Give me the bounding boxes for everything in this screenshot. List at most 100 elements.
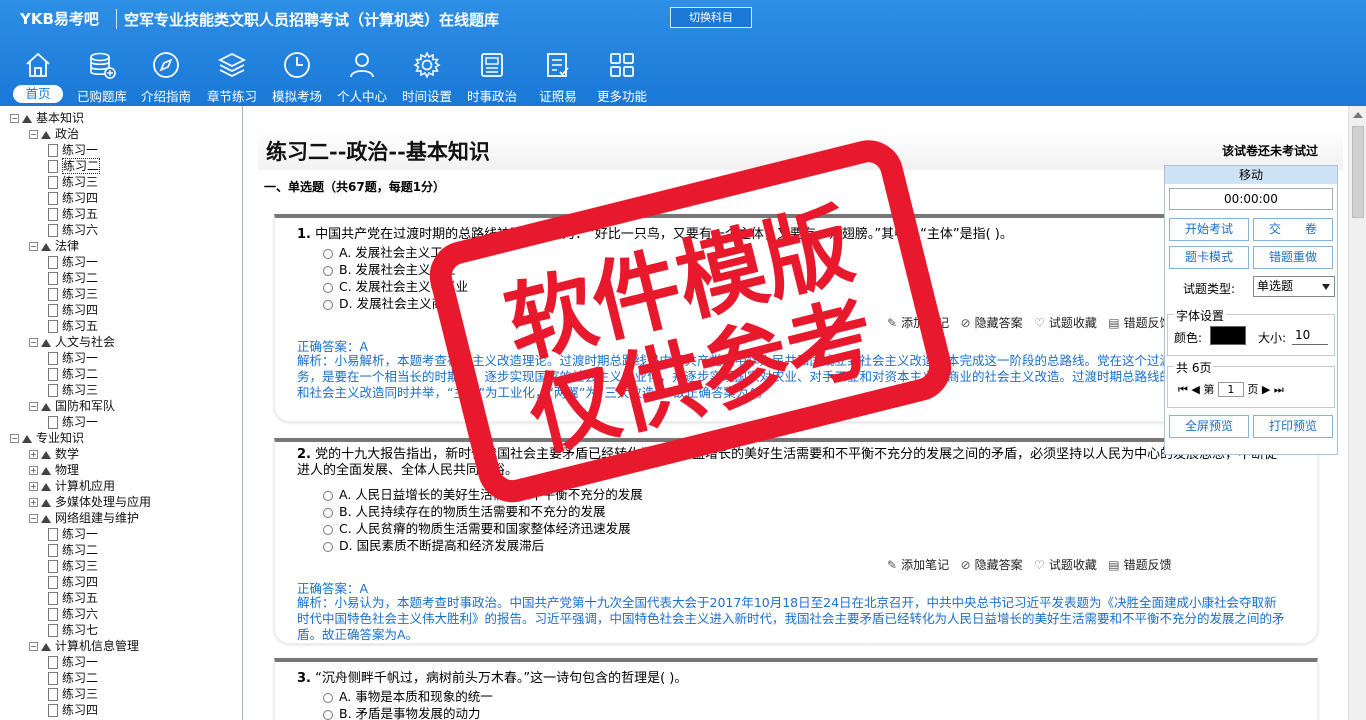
- tree-item-exercise[interactable]: 练习六: [48, 606, 98, 622]
- tree-item-exercise[interactable]: 练习三: [48, 174, 98, 190]
- nav-guide[interactable]: 介绍指南: [134, 46, 198, 106]
- radio-button[interactable]: [323, 524, 333, 535]
- nav-certificate[interactable]: 证照易: [526, 46, 590, 106]
- tree-item-exercise[interactable]: 练习一: [48, 414, 98, 430]
- radio-button[interactable]: [323, 299, 333, 310]
- nav-current-affairs[interactable]: 时事政治: [460, 46, 524, 106]
- font-color-swatch[interactable]: [1210, 326, 1246, 345]
- collapse-icon[interactable]: −: [29, 242, 38, 251]
- last-page-icon[interactable]: ⏭: [1274, 383, 1284, 396]
- tree-item-folder[interactable]: + 计算机应用: [29, 478, 115, 494]
- tree-item-exercise[interactable]: 练习一: [48, 350, 98, 366]
- tree-item-exercise[interactable]: 练习四: [48, 702, 98, 718]
- option-d[interactable]: D. 发展社会主义商业: [323, 293, 457, 312]
- first-page-icon[interactable]: ⏮: [1178, 383, 1188, 396]
- option-b[interactable]: B. 矛盾是事物发展的动力: [323, 703, 481, 720]
- tree-item-exercise[interactable]: 练习一: [48, 654, 98, 670]
- tree-item-exercise[interactable]: 练习二: [48, 158, 101, 174]
- tree-item-folder[interactable]: − 国防和军队: [29, 398, 115, 414]
- tree-item-exercise[interactable]: 练习一: [48, 254, 98, 270]
- nav-mock-exam[interactable]: 模拟考场: [265, 46, 329, 106]
- tree-item-folder[interactable]: − 专业知识: [10, 430, 84, 446]
- collapse-icon[interactable]: −: [29, 514, 38, 523]
- tree-item-folder[interactable]: − 计算机信息管理: [29, 638, 139, 654]
- hide-answer-button[interactable]: ⊘ 隐藏答案: [961, 558, 1023, 572]
- expand-icon[interactable]: +: [29, 466, 38, 475]
- tree-item-exercise[interactable]: 练习三: [48, 382, 98, 398]
- favorite-button[interactable]: ♡ 试题收藏: [1034, 316, 1097, 330]
- nav-home[interactable]: 首页: [6, 46, 70, 106]
- tree-item-exercise[interactable]: 练习四: [48, 302, 98, 318]
- tree-item-exercise[interactable]: 练习二: [48, 366, 98, 382]
- tree-item-exercise[interactable]: 练习三: [48, 286, 98, 302]
- font-size-input[interactable]: 10: [1292, 326, 1328, 345]
- option-d[interactable]: D. 国民素质不断提高和经济发展滞后: [323, 535, 544, 554]
- tree-item-folder[interactable]: + 数学: [29, 446, 79, 462]
- report-error-button[interactable]: ▤ 错题反馈: [1108, 558, 1171, 572]
- radio-button[interactable]: [323, 507, 333, 518]
- start-exam-button[interactable]: 开始考试: [1169, 218, 1249, 241]
- report-error-button[interactable]: ▤ 错题反馈: [1108, 316, 1171, 330]
- tree-item-exercise[interactable]: 练习七: [48, 622, 98, 638]
- prev-page-icon[interactable]: ◀: [1191, 383, 1199, 396]
- switch-subject-button[interactable]: 切换科目: [670, 7, 752, 28]
- page-input[interactable]: 1: [1217, 382, 1244, 397]
- tree-item-folder[interactable]: − 法律: [29, 238, 79, 254]
- tree-item-folder[interactable]: − 政治: [29, 126, 79, 142]
- radio-button[interactable]: [323, 490, 333, 501]
- tree-item-exercise[interactable]: 练习二: [48, 270, 98, 286]
- card-mode-button[interactable]: 题卡模式: [1169, 246, 1249, 269]
- tree-item-exercise[interactable]: 练习二: [48, 670, 98, 686]
- hide-answer-button[interactable]: ⊘ 隐藏答案: [961, 316, 1023, 330]
- radio-button[interactable]: [323, 248, 333, 259]
- collapse-icon[interactable]: −: [10, 434, 19, 443]
- nav-chapter-practice[interactable]: 章节练习: [200, 46, 264, 106]
- tree-item-exercise[interactable]: 练习四: [48, 574, 98, 590]
- collapse-icon[interactable]: −: [29, 642, 38, 651]
- print-preview-button[interactable]: 打印预览: [1253, 415, 1333, 438]
- radio-button[interactable]: [323, 282, 333, 293]
- tree-item-exercise[interactable]: 练习四: [48, 190, 98, 206]
- panel-move-handle[interactable]: 移动: [1165, 166, 1337, 184]
- radio-button[interactable]: [323, 265, 333, 276]
- collapse-icon[interactable]: −: [10, 114, 19, 123]
- chapter-tree[interactable]: − 基本知识 − 政治 练习一 练习二 练习三 练习四 练习五 练习六 − 法律 练习一 练习二 练习三 练习…: [0, 106, 243, 720]
- tree-item-folder[interactable]: − 基本知识: [10, 110, 84, 126]
- collapse-icon[interactable]: −: [29, 402, 38, 411]
- expand-icon[interactable]: +: [29, 498, 38, 507]
- scroll-thumb[interactable]: [1352, 126, 1364, 218]
- add-note-button[interactable]: ✎ 添加笔记: [887, 558, 949, 572]
- radio-button[interactable]: [323, 692, 333, 703]
- redo-wrong-button[interactable]: 错题重做: [1253, 246, 1333, 269]
- tree-item-exercise[interactable]: 练习一: [48, 526, 98, 542]
- collapse-icon[interactable]: −: [29, 130, 38, 139]
- radio-button[interactable]: [323, 709, 333, 720]
- tree-item-folder[interactable]: + 多媒体处理与应用: [29, 494, 151, 510]
- submit-button[interactable]: 交 卷: [1253, 218, 1333, 241]
- add-note-button[interactable]: ✎ 添加笔记: [887, 316, 949, 330]
- tree-item-exercise[interactable]: 练习五: [48, 206, 98, 222]
- vertical-scrollbar[interactable]: [1348, 106, 1366, 720]
- tree-item-exercise[interactable]: 练习三: [48, 558, 98, 574]
- next-page-icon[interactable]: ▶: [1262, 383, 1270, 396]
- radio-button[interactable]: [323, 541, 333, 552]
- nav-purchased[interactable]: 已购题库: [70, 46, 134, 106]
- nav-time-settings[interactable]: 时间设置: [395, 46, 459, 106]
- favorite-button[interactable]: ♡ 试题收藏: [1034, 558, 1097, 572]
- tree-item-exercise[interactable]: 练习五: [48, 318, 98, 334]
- expand-icon[interactable]: +: [29, 450, 38, 459]
- tree-item-folder[interactable]: − 网络组建与维护: [29, 510, 139, 526]
- question-type-select[interactable]: 单选题: [1253, 276, 1335, 297]
- fullscreen-preview-button[interactable]: 全屏预览: [1169, 415, 1249, 438]
- tree-item-exercise[interactable]: 练习六: [48, 222, 98, 238]
- scroll-up-icon[interactable]: [1353, 112, 1363, 118]
- collapse-icon[interactable]: −: [29, 338, 38, 347]
- tree-item-exercise[interactable]: 练习五: [48, 590, 98, 606]
- tree-item-folder[interactable]: + 物理: [29, 462, 79, 478]
- tree-item-exercise[interactable]: 练习二: [48, 542, 98, 558]
- tree-item-folder[interactable]: − 人文与社会: [29, 334, 115, 350]
- tree-item-exercise[interactable]: 练习三: [48, 686, 98, 702]
- tree-item-exercise[interactable]: 练习一: [48, 142, 98, 158]
- expand-icon[interactable]: +: [29, 482, 38, 491]
- nav-personal-center[interactable]: 个人中心: [330, 46, 394, 106]
